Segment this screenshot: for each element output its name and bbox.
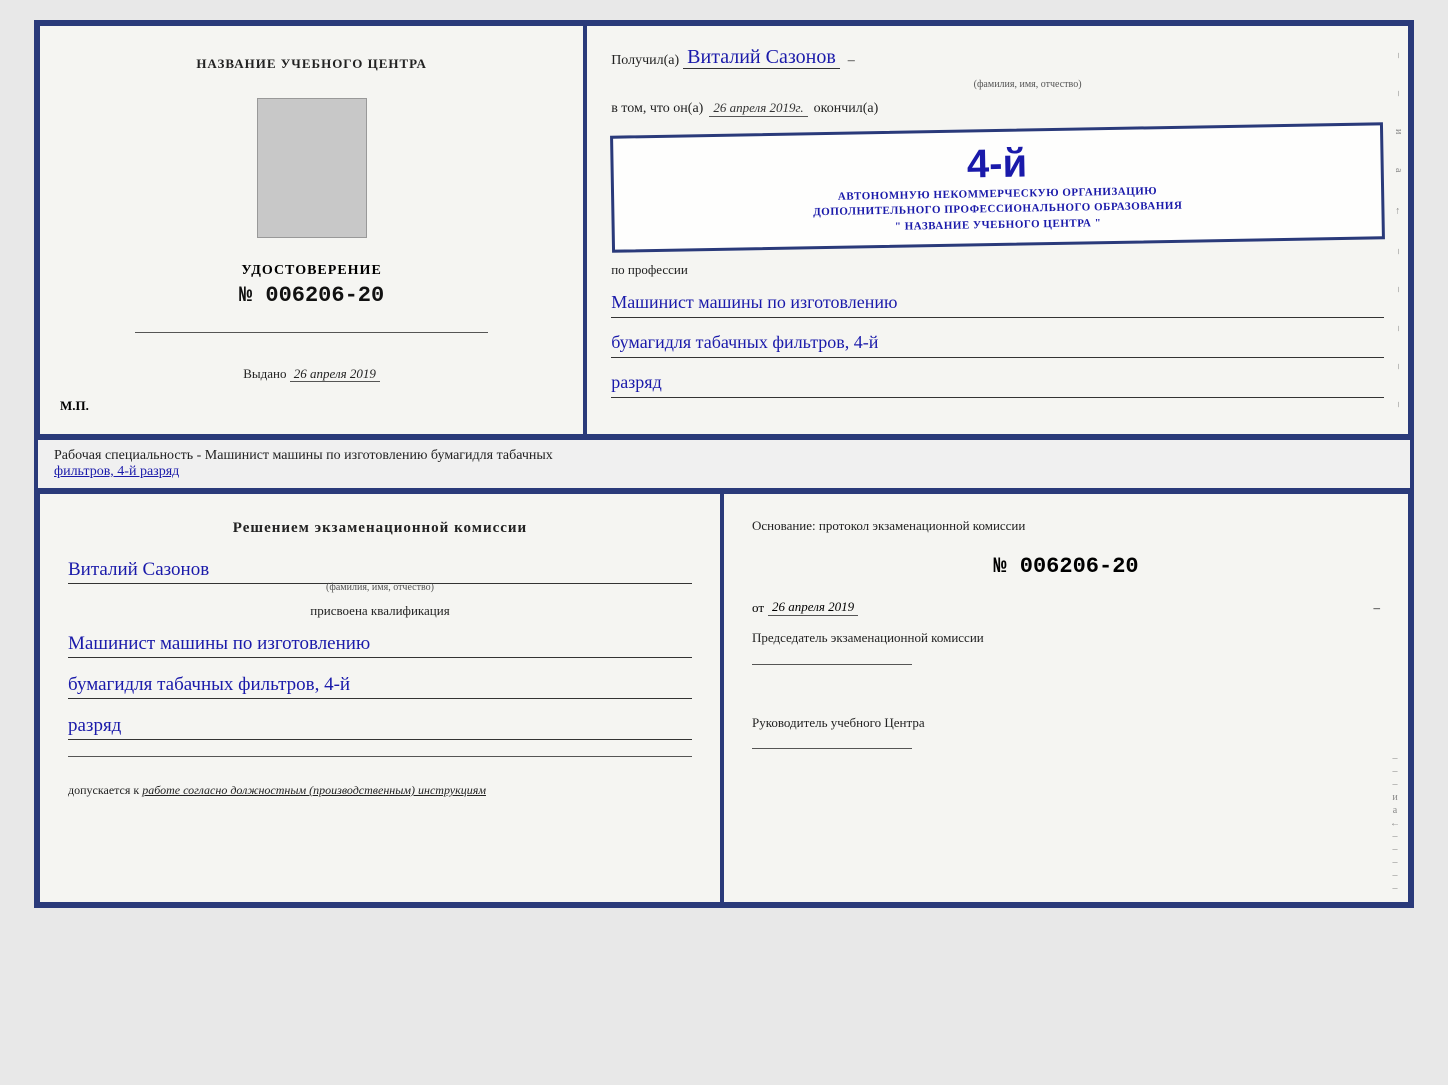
- ot-prefix: от: [752, 600, 764, 616]
- rukovoditel-label: Руководитель учебного Центра: [752, 713, 1380, 733]
- osnovanie-label: Основание: протокол экзаменационной коми…: [752, 518, 1380, 534]
- bottom-person-name: Виталий Сазонов: [68, 557, 692, 584]
- profession-line1: Машинист машины по изготовлению: [611, 288, 1384, 318]
- cert-left-panel: НАЗВАНИЕ УЧЕБНОГО ЦЕНТРА УДОСТОВЕРЕНИЕ №…: [40, 26, 587, 434]
- predsedatel-label: Председатель экзаменационной комиссии: [752, 628, 1380, 648]
- vtom-label: в том, что он(а): [611, 101, 703, 117]
- profession-line2: бумагидля табачных фильтров, 4-й: [611, 328, 1384, 358]
- dopuskaetsya-prefix: допускается к: [68, 783, 139, 797]
- right-side-decoration: – – – и а ← – – – – –: [1386, 494, 1404, 902]
- qual-line2: бумагидля табачных фильтров, 4-й: [68, 672, 692, 699]
- ot-date-value: 26 апреля 2019: [768, 599, 858, 616]
- udost-number: № 006206-20: [239, 283, 384, 308]
- right-edge-decoration: – – и а ← – – – – –: [1388, 26, 1408, 434]
- fio-subtitle: (фамилия, имя, отчество): [671, 79, 1384, 90]
- protocol-number: № 006206-20: [752, 554, 1380, 579]
- bottom-fio-sub: (фамилия, имя, отчество): [68, 582, 692, 593]
- qual-line1: Машинист машины по изготовлению: [68, 631, 692, 658]
- photo-placeholder: [257, 98, 367, 238]
- bottom-left-panel: Решением экзаменационной комиссии Витали…: [40, 494, 724, 902]
- middle-label-prefix: Рабочая специальность - Машинист машины …: [54, 448, 553, 463]
- predsedatel-signature: [752, 664, 912, 665]
- qual-line3: разряд: [68, 713, 692, 740]
- dash-sign: –: [848, 53, 855, 69]
- middle-label-underlined: фильтров, 4-й разряд: [54, 464, 179, 479]
- rukovoditel-signature: [752, 748, 912, 749]
- vydano-label: Выдано 26 апреля 2019: [243, 366, 380, 382]
- dopuskaetsya-value: работе согласно должностным (производств…: [142, 783, 486, 797]
- center-name-label: НАЗВАНИЕ УЧЕБНОГО ЦЕНТРА: [196, 56, 427, 72]
- cert-date: 26 апреля 2019г.: [709, 100, 807, 117]
- prisvoena-label: присвоена квалификация: [68, 603, 692, 619]
- recipient-name: Виталий Сазонов: [683, 46, 840, 69]
- bottom-right-panel: Основание: протокол экзаменационной коми…: [724, 494, 1408, 902]
- recipient-line: Получил(а) Виталий Сазонов –: [611, 46, 1384, 69]
- udost-block: УДОСТОВЕРЕНИЕ № 006206-20: [239, 263, 384, 308]
- profession-line3: разряд: [611, 368, 1384, 398]
- po-professii-label: по профессии: [611, 262, 688, 278]
- poluchil-label: Получил(а): [611, 53, 679, 69]
- stamp-block: 4-й АВТОНОМНУЮ НЕКОММЕРЧЕСКУЮ ОРГАНИЗАЦИ…: [610, 122, 1385, 253]
- udost-label: УДОСТОВЕРЕНИЕ: [239, 263, 384, 279]
- ot-date-block: от 26 апреля 2019 –: [752, 599, 1380, 616]
- bottom-document: Решением экзаменационной комиссии Витали…: [34, 488, 1414, 908]
- okonchil-label: окончил(а): [814, 101, 879, 117]
- komissia-title: Решением экзаменационной комиссии: [68, 518, 692, 539]
- middle-label: Рабочая специальность - Машинист машины …: [34, 440, 1414, 488]
- ot-dash: –: [1374, 600, 1381, 616]
- vydano-date: 26 апреля 2019: [290, 366, 380, 382]
- certificate-top: НАЗВАНИЕ УЧЕБНОГО ЦЕНТРА УДОСТОВЕРЕНИЕ №…: [34, 20, 1414, 440]
- vtom-line: в том, что он(а) 26 апреля 2019г. окончи…: [611, 100, 1384, 117]
- mp-label: М.П.: [60, 398, 89, 414]
- dopuskaetsya-block: допускается к работе согласно должностны…: [68, 783, 692, 798]
- cert-right-panel: Получил(а) Виталий Сазонов – (фамилия, и…: [587, 26, 1408, 434]
- vydano-block: Выдано 26 апреля 2019: [243, 366, 380, 382]
